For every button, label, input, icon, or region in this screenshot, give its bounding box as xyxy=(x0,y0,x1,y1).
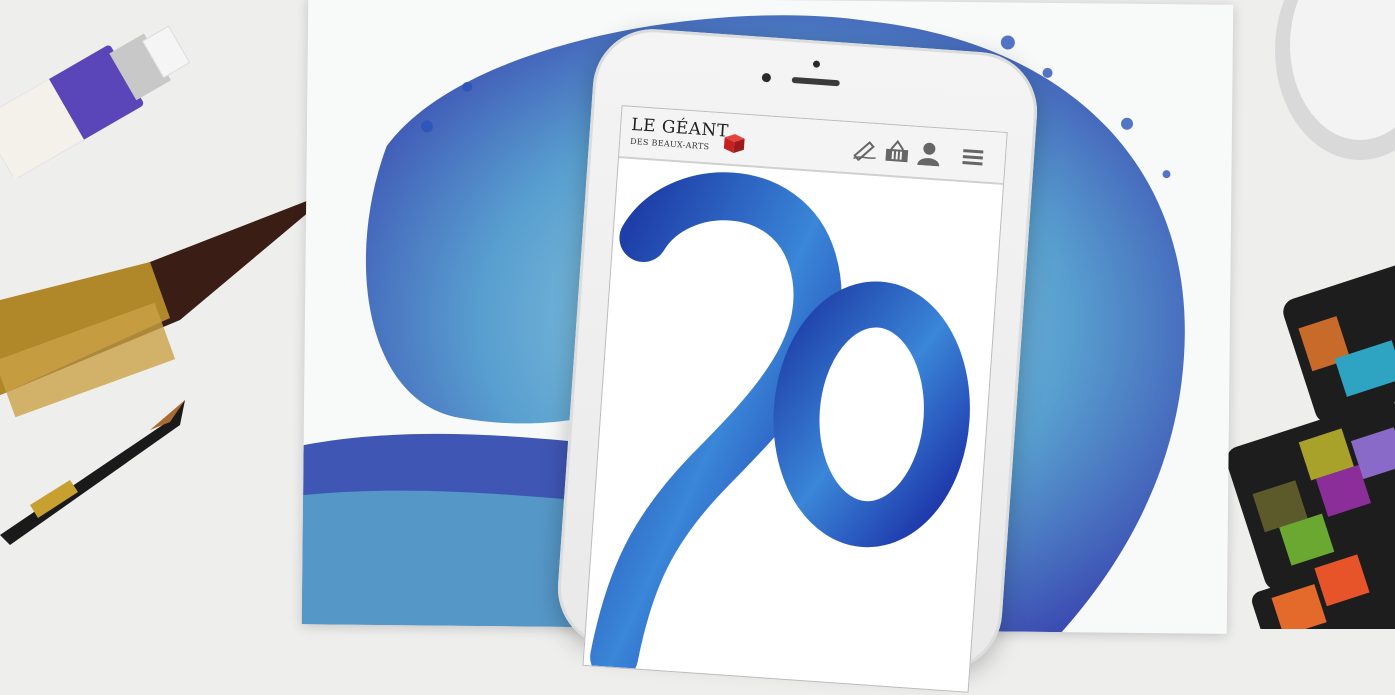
earpiece-speaker xyxy=(791,76,840,87)
user-icon[interactable] xyxy=(915,141,943,167)
small-paintbrush-icon xyxy=(0,400,185,545)
phone-screen: LE GÉANT DES BEAUX-ARTS xyxy=(582,105,1008,693)
paint-tube-icon xyxy=(0,25,191,180)
paintbrush-icon xyxy=(0,190,335,418)
photo-scene: LE GÉANT DES BEAUX-ARTS xyxy=(0,0,1395,693)
menu-icon[interactable] xyxy=(959,144,987,170)
logo-cube-icon xyxy=(723,134,745,154)
pen-icon[interactable] xyxy=(851,136,879,162)
hero-brush-20 xyxy=(590,172,970,681)
front-camera xyxy=(761,72,772,83)
basket-icon[interactable] xyxy=(883,139,911,165)
watercolor-palette-icon xyxy=(1226,263,1395,629)
smartphone-icon: LE GÉANT DES BEAUX-ARTS xyxy=(553,25,1042,693)
front-sensor xyxy=(812,60,821,68)
